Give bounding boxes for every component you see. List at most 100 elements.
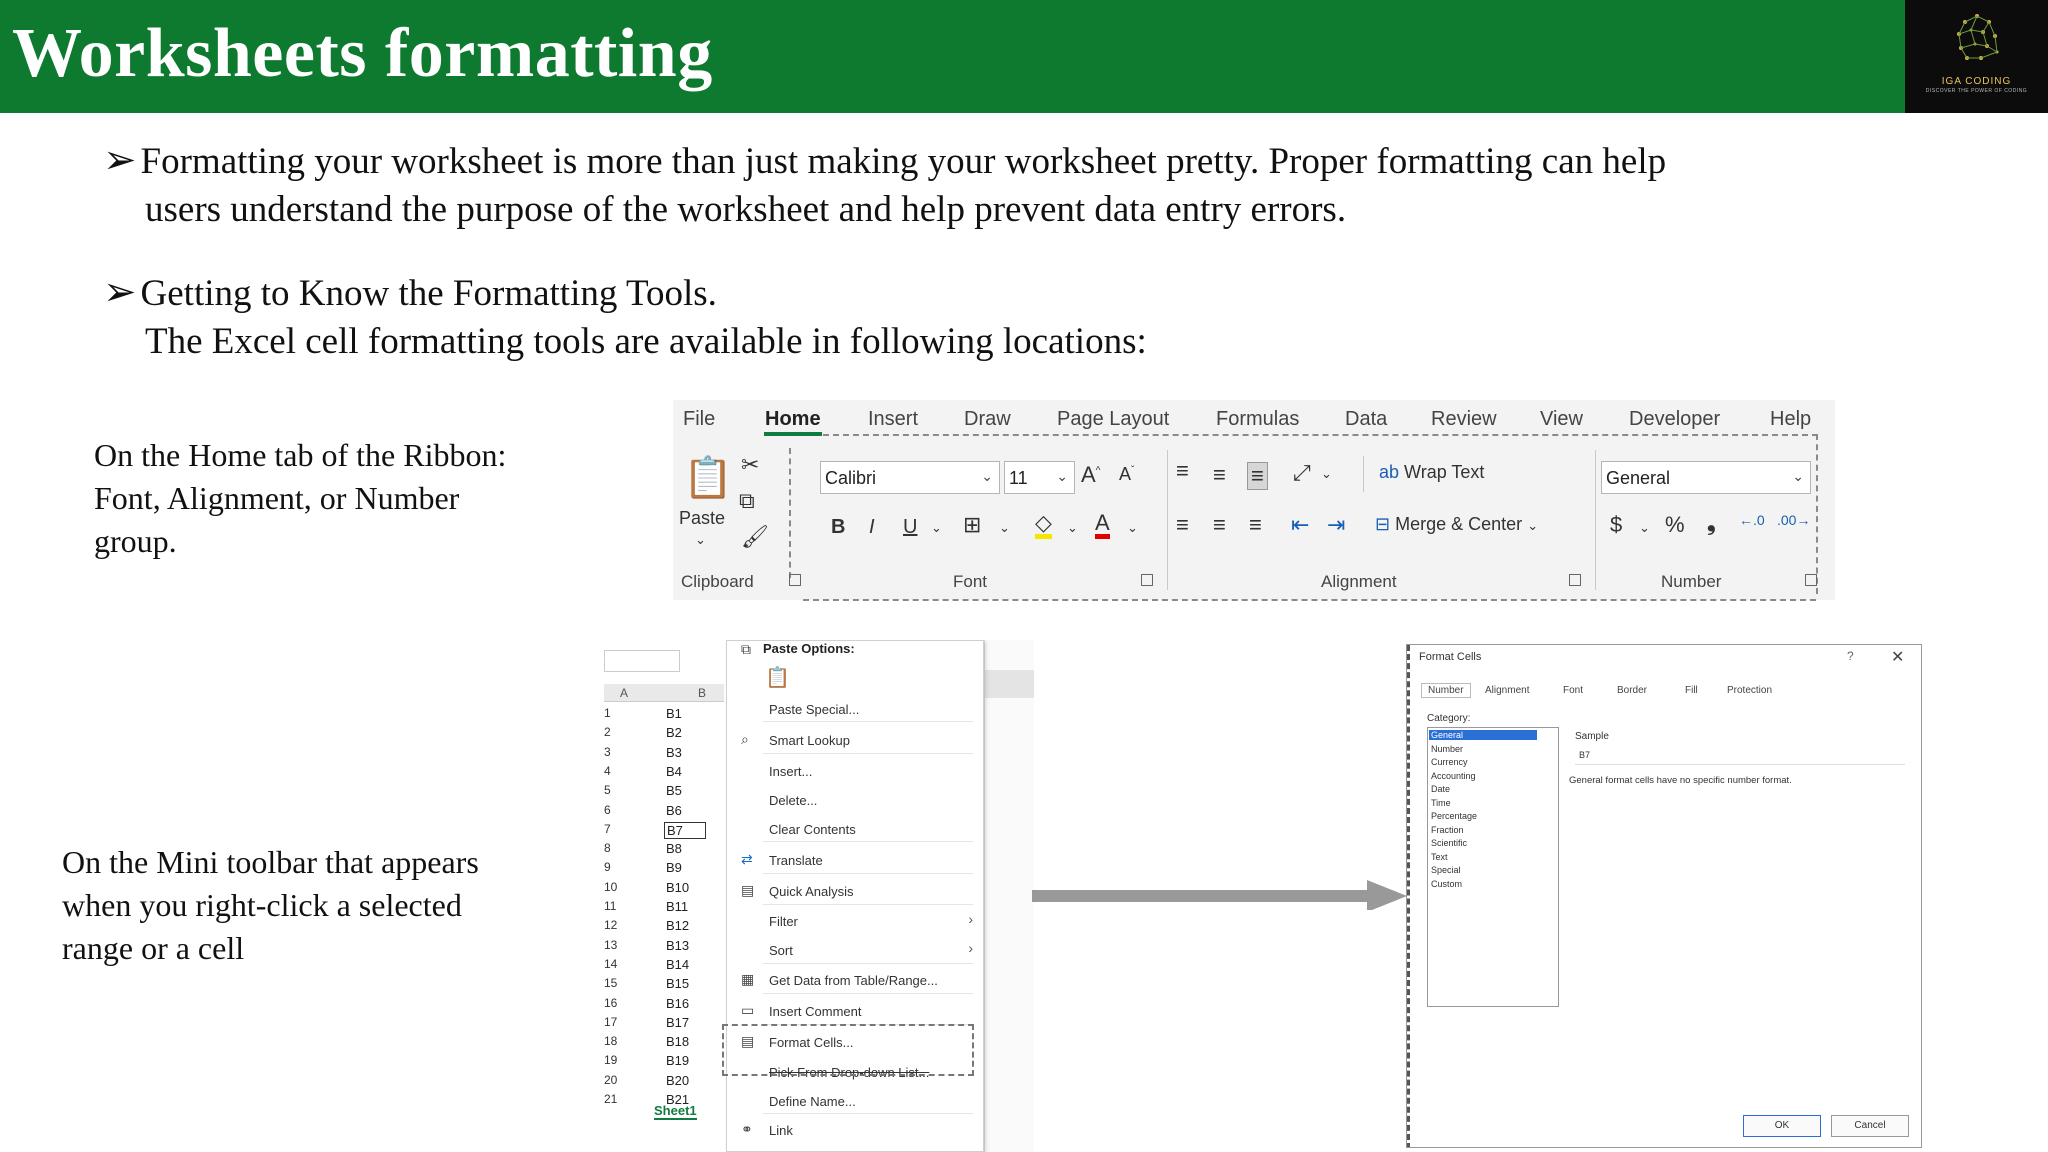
merge-center-button[interactable]: ⊟ Merge & Center ⌄ <box>1375 514 1538 535</box>
row-number[interactable]: 17 <box>604 1015 618 1029</box>
cell-b[interactable]: B6 <box>666 803 682 818</box>
row-number[interactable]: 11 <box>604 899 618 913</box>
menu-insert[interactable]: Insert... <box>769 764 812 779</box>
tab-formulas[interactable]: Formulas <box>1216 408 1299 431</box>
tab-help[interactable]: Help <box>1770 408 1811 431</box>
paste-icon[interactable]: 📋 <box>683 454 733 501</box>
cell-b[interactable]: B14 <box>666 957 689 972</box>
alignment-launcher-icon[interactable] <box>1569 574 1581 586</box>
align-middle-icon[interactable]: ≡ <box>1213 462 1226 488</box>
cell-b[interactable]: B15 <box>666 976 689 991</box>
tab-home[interactable]: Home <box>765 408 821 431</box>
row-number[interactable]: 19 <box>604 1053 618 1067</box>
tab-draw[interactable]: Draw <box>964 408 1011 431</box>
font-size-select[interactable]: 11 ⌄ <box>1004 461 1075 494</box>
tab-view[interactable]: View <box>1540 408 1583 431</box>
align-right-icon[interactable]: ≡ <box>1249 512 1262 538</box>
category-item[interactable]: Date <box>1431 784 1450 794</box>
cell-b[interactable]: B1 <box>666 706 682 721</box>
format-painter-icon[interactable]: 🖌 <box>741 524 769 550</box>
cell-b[interactable]: B3 <box>666 745 682 760</box>
row-number[interactable]: 4 <box>604 764 618 778</box>
ok-button[interactable]: OK <box>1743 1115 1821 1137</box>
menu-clear-contents[interactable]: Clear Contents <box>769 822 856 837</box>
clipboard-launcher-icon[interactable] <box>789 574 801 586</box>
category-item[interactable]: Scientific <box>1431 838 1467 848</box>
cell-b[interactable]: B4 <box>666 764 682 779</box>
tab-file[interactable]: File <box>683 408 715 431</box>
chevron-down-icon[interactable]: ⌄ <box>931 520 942 536</box>
menu-define-name[interactable]: Define Name... <box>769 1094 856 1109</box>
cell-b[interactable]: B8 <box>666 841 682 856</box>
dialog-tab-fill[interactable]: Fill <box>1685 685 1698 696</box>
percent-icon[interactable]: % <box>1665 512 1685 538</box>
paste-dropdown-icon[interactable]: ⌄ <box>695 532 706 548</box>
align-center-icon[interactable]: ≡ <box>1213 512 1226 538</box>
category-item[interactable]: Number <box>1431 744 1463 754</box>
dialog-tab-protection[interactable]: Protection <box>1727 685 1772 696</box>
row-number[interactable]: 21 <box>604 1092 618 1106</box>
menu-get-data[interactable]: Get Data from Table/Range... <box>769 973 938 988</box>
menu-insert-comment[interactable]: Insert Comment <box>769 1004 861 1019</box>
row-number[interactable]: 8 <box>604 841 618 855</box>
tab-data[interactable]: Data <box>1345 408 1387 431</box>
row-number[interactable]: 1 <box>604 706 618 720</box>
cancel-button[interactable]: Cancel <box>1831 1115 1909 1137</box>
category-item[interactable]: Percentage <box>1431 811 1477 821</box>
increase-indent-icon[interactable]: ⇥ <box>1327 512 1345 538</box>
category-item[interactable]: Custom <box>1431 879 1462 889</box>
underline-icon[interactable]: U <box>903 516 917 539</box>
menu-paste-special[interactable]: Paste Special... <box>769 702 859 717</box>
increase-decimal-icon[interactable]: ←.0 <box>1739 512 1765 528</box>
tab-page-layout[interactable]: Page Layout <box>1057 408 1169 431</box>
cell-b[interactable]: B16 <box>666 996 689 1011</box>
cell-b[interactable]: B7 <box>664 821 706 839</box>
cell-b[interactable]: B10 <box>666 880 689 895</box>
cut-icon[interactable]: ✂ <box>741 452 759 478</box>
number-format-select[interactable]: General ⌄ <box>1601 461 1811 494</box>
row-number[interactable]: 20 <box>604 1073 618 1087</box>
row-number[interactable]: 3 <box>604 745 618 759</box>
close-icon[interactable]: ✕ <box>1891 647 1904 667</box>
fill-color-icon[interactable]: ◇ <box>1035 512 1052 539</box>
align-left-icon[interactable]: ≡ <box>1176 512 1189 538</box>
category-item[interactable]: Currency <box>1431 757 1468 767</box>
tab-review[interactable]: Review <box>1431 408 1497 431</box>
cell-b[interactable]: B20 <box>666 1073 689 1088</box>
paste-label[interactable]: Paste <box>679 508 725 529</box>
name-box[interactable] <box>604 650 680 672</box>
menu-quick-analysis[interactable]: Quick Analysis <box>769 884 854 899</box>
row-number[interactable]: 5 <box>604 783 618 797</box>
font-name-select[interactable]: Calibri ⌄ <box>820 461 1000 494</box>
font-launcher-icon[interactable] <box>1141 574 1153 586</box>
decrease-indent-icon[interactable]: ⇤ <box>1291 512 1309 538</box>
category-item[interactable]: Time <box>1431 798 1451 808</box>
menu-filter[interactable]: Filter <box>769 914 798 929</box>
row-number[interactable]: 13 <box>604 938 618 952</box>
decrease-decimal-icon[interactable]: .00→ <box>1777 512 1810 528</box>
dialog-tab-font[interactable]: Font <box>1563 685 1583 696</box>
cell-b[interactable]: B2 <box>666 725 682 740</box>
category-list[interactable]: General Number Currency Accounting Date Time P… <box>1427 727 1559 1007</box>
menu-translate[interactable]: Translate <box>769 853 823 868</box>
sheet-tab[interactable]: Sheet1 <box>654 1103 697 1120</box>
tab-insert[interactable]: Insert <box>868 408 918 431</box>
menu-delete[interactable]: Delete... <box>769 793 817 808</box>
number-launcher-icon[interactable] <box>1805 574 1817 586</box>
row-number[interactable]: 2 <box>604 725 618 739</box>
column-header-b[interactable]: B <box>698 686 706 700</box>
row-number[interactable]: 6 <box>604 803 618 817</box>
dialog-tab-border[interactable]: Border <box>1617 685 1647 696</box>
cell-b[interactable]: B9 <box>666 860 682 875</box>
cell-b[interactable]: B12 <box>666 918 689 933</box>
cell-b[interactable]: B13 <box>666 938 689 953</box>
row-number[interactable]: 14 <box>604 957 618 971</box>
borders-icon[interactable]: ⊞ <box>963 512 981 538</box>
cell-b[interactable]: B17 <box>666 1015 689 1030</box>
chevron-down-icon[interactable]: ⌄ <box>1639 520 1650 536</box>
cell-b[interactable]: B11 <box>666 899 688 914</box>
align-top-icon[interactable]: ≡ <box>1176 458 1189 484</box>
wrap-text-button[interactable]: ab Wrap Text <box>1379 462 1484 483</box>
increase-font-icon[interactable]: A^ <box>1081 462 1100 488</box>
paste-icon[interactable]: 📋 <box>765 665 790 690</box>
